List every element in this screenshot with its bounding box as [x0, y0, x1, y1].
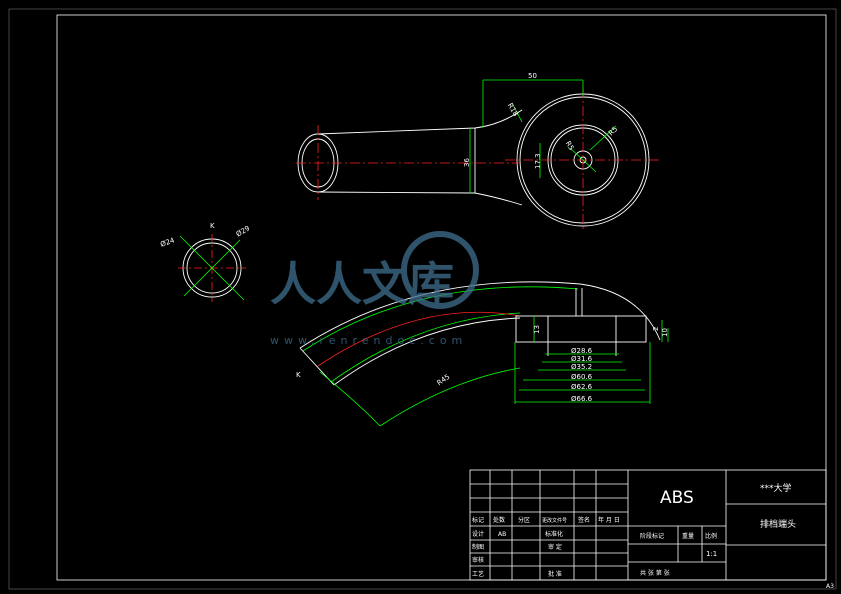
label-section-k: K	[210, 222, 215, 230]
dim-r-mid: R5	[607, 125, 619, 137]
dim-dia24: Ø24	[159, 236, 176, 249]
section-k-view	[178, 234, 246, 302]
dim-dia29: Ø29	[235, 224, 251, 238]
material-label: ABS	[660, 488, 694, 508]
dim-h13: 13	[533, 325, 541, 334]
tb-weight: 重量	[682, 532, 694, 540]
dim-d5: Ø62.6	[571, 383, 593, 391]
dim-d2: Ø31.6	[571, 355, 593, 363]
dim-top-width: 50	[528, 72, 537, 80]
tb-sheet-size: A3	[826, 583, 834, 590]
top-view	[296, 79, 660, 232]
dim-d4: Ø60.6	[571, 373, 593, 381]
dim-h10: 10	[661, 328, 669, 337]
tb-approve: 批 准	[548, 570, 562, 578]
tb-row-zone: 分区	[518, 516, 530, 524]
part-name-label: 排档端头	[760, 518, 796, 530]
tb-check: 审 定	[548, 543, 562, 551]
dim-height-right: 17.3	[534, 153, 542, 169]
dim-r-small: R5	[564, 140, 576, 152]
tb-row-count: 处数	[493, 516, 505, 524]
tb-row-docno: 更改文件号	[542, 517, 567, 524]
dim-d6: Ø66.6	[571, 395, 593, 403]
tb-row-sign: 签名	[578, 516, 590, 524]
dim-r45: R45	[436, 373, 452, 387]
tb-standardize: 标准化	[545, 530, 563, 538]
tb-process: 工艺	[472, 570, 484, 578]
school-label: ***大学	[760, 482, 792, 494]
dim-d1: Ø28.6	[571, 347, 593, 355]
tb-design: 设计	[472, 530, 484, 538]
tb-designer: AB	[498, 531, 506, 538]
label-section-k2: K	[296, 371, 301, 379]
tb-scale: 比例	[705, 532, 717, 540]
tb-sheets: 共 张 第 张	[640, 569, 670, 577]
tb-scale-value: 1:1	[706, 550, 717, 558]
watermark-url: www.renrendoc.com	[270, 334, 467, 347]
cad-drawing-canvas: 50 36 17.3 R5 R5 R18 Ø24 Ø29 K Ø28.6 Ø31…	[8, 8, 837, 590]
tb-stage-mark: 阶段标记	[640, 532, 664, 540]
watermark-text: 人人文库	[270, 257, 454, 311]
tb-review: 审核	[472, 556, 484, 564]
dim-r-edge: R18	[506, 102, 520, 118]
tb-row-date: 年 月 日	[598, 516, 620, 524]
tb-draw: 制图	[472, 543, 484, 551]
dim-height-left: 36	[463, 158, 471, 167]
dim-h2: 2	[652, 327, 660, 331]
tb-row-mark: 标记	[472, 516, 484, 524]
dim-d3: Ø35.2	[571, 363, 592, 371]
